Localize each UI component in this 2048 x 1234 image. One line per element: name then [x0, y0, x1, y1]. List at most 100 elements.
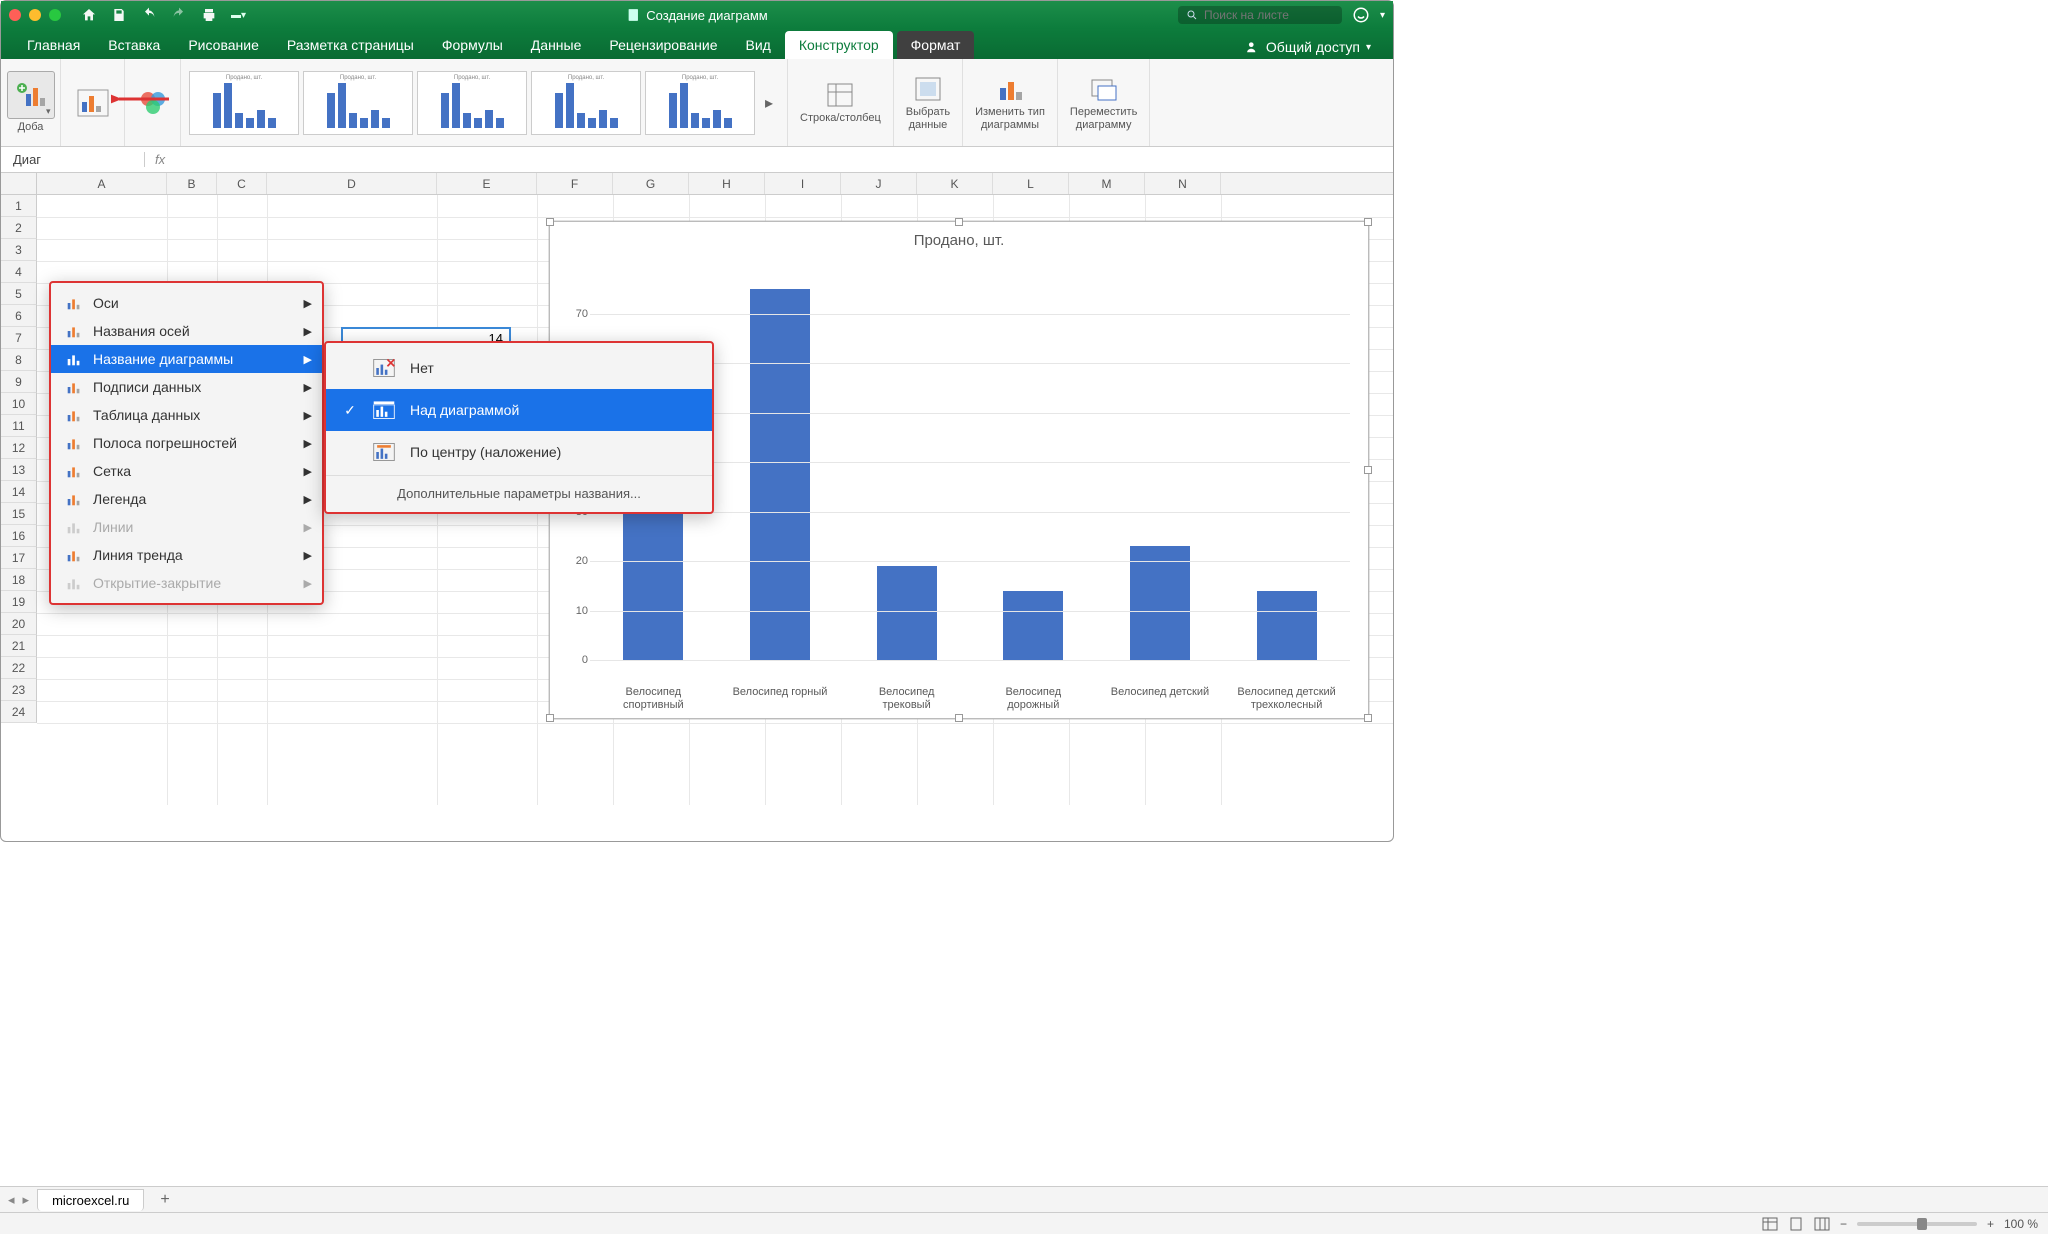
- move-chart-button[interactable]: Переместить диаграмму: [1058, 59, 1150, 146]
- menu-item-1[interactable]: Названия осей▶: [51, 317, 322, 345]
- menu-item-0[interactable]: Оси▶: [51, 289, 322, 317]
- col-header-N[interactable]: N: [1145, 173, 1221, 194]
- chart-title[interactable]: Продано, шт.: [550, 222, 1368, 253]
- col-header-K[interactable]: K: [917, 173, 993, 194]
- chart-style-4[interactable]: [531, 71, 641, 135]
- bar-3[interactable]: [1003, 591, 1063, 660]
- col-header-G[interactable]: G: [613, 173, 689, 194]
- undo-icon[interactable]: [141, 7, 157, 23]
- menu-item-2[interactable]: Название диаграммы▶: [51, 345, 322, 373]
- row-header-2[interactable]: 2: [1, 217, 37, 239]
- fx-label[interactable]: fx: [145, 152, 175, 167]
- zoom-in-button[interactable]: +: [1987, 1217, 1994, 1231]
- menu-item-7[interactable]: Легенда▶: [51, 485, 322, 513]
- zoom-out-button[interactable]: −: [1840, 1217, 1847, 1231]
- tab-data[interactable]: Данные: [517, 31, 596, 59]
- row-header-1[interactable]: 1: [1, 195, 37, 217]
- col-header-A[interactable]: A: [37, 173, 167, 194]
- row-header-3[interactable]: 3: [1, 239, 37, 261]
- col-header-C[interactable]: C: [217, 173, 267, 194]
- tab-home[interactable]: Главная: [13, 31, 94, 59]
- col-header-J[interactable]: J: [841, 173, 917, 194]
- tab-insert[interactable]: Вставка: [94, 31, 174, 59]
- select-data-button[interactable]: Выбрать данные: [894, 59, 963, 146]
- submenu-item-1[interactable]: ✓Над диаграммой: [326, 389, 712, 431]
- change-chart-type-button[interactable]: Изменить тип диаграммы: [963, 59, 1058, 146]
- add-chart-element-button[interactable]: [7, 71, 55, 119]
- maximize-window-icon[interactable]: [49, 9, 61, 21]
- search-input[interactable]: [1204, 8, 1334, 22]
- row-header-9[interactable]: 9: [1, 371, 37, 393]
- row-header-6[interactable]: 6: [1, 305, 37, 327]
- submenu-more-options[interactable]: Дополнительные параметры названия...: [326, 478, 712, 508]
- row-header-19[interactable]: 19: [1, 591, 37, 613]
- qat-dropdown-icon[interactable]: ▬▾: [231, 10, 246, 21]
- view-page-layout-icon[interactable]: [1788, 1217, 1804, 1231]
- sheet-tab[interactable]: microexcel.ru: [37, 1189, 144, 1211]
- col-header-M[interactable]: M: [1069, 173, 1145, 194]
- switch-row-column-button[interactable]: Строка/столбец: [788, 59, 894, 146]
- menu-item-5[interactable]: Полоса погрешностей▶: [51, 429, 322, 457]
- row-header-8[interactable]: 8: [1, 349, 37, 371]
- row-header-18[interactable]: 18: [1, 569, 37, 591]
- bar-5[interactable]: [1257, 591, 1317, 660]
- tab-review[interactable]: Рецензирование: [595, 31, 731, 59]
- tab-view[interactable]: Вид: [732, 31, 785, 59]
- chart-style-5[interactable]: [645, 71, 755, 135]
- menu-item-9[interactable]: Линия тренда▶: [51, 541, 322, 569]
- row-header-10[interactable]: 10: [1, 393, 37, 415]
- tab-chart-design[interactable]: Конструктор: [785, 31, 893, 59]
- tab-draw[interactable]: Рисование: [174, 31, 273, 59]
- row-header-5[interactable]: 5: [1, 283, 37, 305]
- tab-formulas[interactable]: Формулы: [428, 31, 517, 59]
- submenu-item-2[interactable]: По центру (наложение): [326, 431, 712, 473]
- bar-1[interactable]: [750, 289, 810, 660]
- row-header-24[interactable]: 24: [1, 701, 37, 723]
- row-header-7[interactable]: 7: [1, 327, 37, 349]
- tab-format[interactable]: Формат: [897, 31, 975, 59]
- row-header-15[interactable]: 15: [1, 503, 37, 525]
- row-header-11[interactable]: 11: [1, 415, 37, 437]
- col-header-B[interactable]: B: [167, 173, 217, 194]
- zoom-level[interactable]: 100 %: [2004, 1217, 2038, 1231]
- menu-item-6[interactable]: Сетка▶: [51, 457, 322, 485]
- name-box[interactable]: Диаг: [5, 152, 145, 167]
- worksheet-grid[interactable]: ABCDEFGHIJKLMN 1234567891011121314151617…: [1, 173, 1393, 805]
- sheet-search[interactable]: [1178, 6, 1342, 24]
- col-header-H[interactable]: H: [689, 173, 765, 194]
- menu-item-3[interactable]: Подписи данных▶: [51, 373, 322, 401]
- chart-style-2[interactable]: [303, 71, 413, 135]
- row-header-20[interactable]: 20: [1, 613, 37, 635]
- user-smiley-icon[interactable]: [1352, 6, 1370, 24]
- save-icon[interactable]: [111, 7, 127, 23]
- row-header-12[interactable]: 12: [1, 437, 37, 459]
- chart-style-1[interactable]: [189, 71, 299, 135]
- row-header-22[interactable]: 22: [1, 657, 37, 679]
- row-header-13[interactable]: 13: [1, 459, 37, 481]
- close-window-icon[interactable]: [9, 9, 21, 21]
- col-header-D[interactable]: D: [267, 173, 437, 194]
- row-header-4[interactable]: 4: [1, 261, 37, 283]
- row-header-21[interactable]: 21: [1, 635, 37, 657]
- col-header-L[interactable]: L: [993, 173, 1069, 194]
- minimize-window-icon[interactable]: [29, 9, 41, 21]
- zoom-slider[interactable]: [1857, 1222, 1977, 1226]
- col-header-I[interactable]: I: [765, 173, 841, 194]
- home-icon[interactable]: [81, 7, 97, 23]
- col-header-F[interactable]: F: [537, 173, 613, 194]
- select-all-corner[interactable]: [1, 173, 37, 194]
- print-icon[interactable]: [201, 7, 217, 23]
- bar-2[interactable]: [877, 566, 937, 660]
- tab-page-layout[interactable]: Разметка страницы: [273, 31, 428, 59]
- row-header-23[interactable]: 23: [1, 679, 37, 701]
- titlebar-more-icon[interactable]: ▾: [1380, 10, 1385, 21]
- add-sheet-button[interactable]: +: [152, 1191, 177, 1209]
- chart-style-3[interactable]: [417, 71, 527, 135]
- row-header-14[interactable]: 14: [1, 481, 37, 503]
- row-header-16[interactable]: 16: [1, 525, 37, 547]
- gallery-more-icon[interactable]: ▸: [759, 93, 779, 113]
- bar-4[interactable]: [1130, 546, 1190, 660]
- sheet-next-icon[interactable]: ▸: [23, 1192, 30, 1208]
- submenu-item-0[interactable]: Нет: [326, 347, 712, 389]
- row-header-17[interactable]: 17: [1, 547, 37, 569]
